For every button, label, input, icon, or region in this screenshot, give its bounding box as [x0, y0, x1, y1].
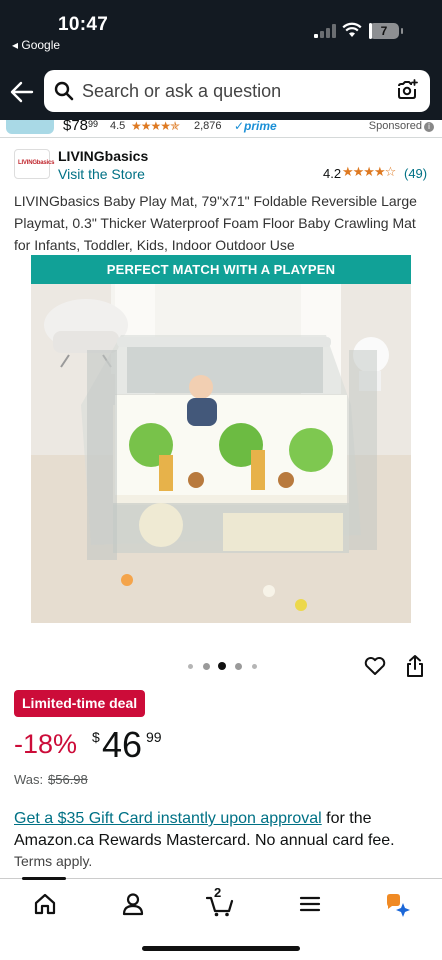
battery-percent: 7: [380, 24, 388, 38]
top-header: 10:47 ◂ Google 7 Search or ask a questio…: [0, 0, 442, 120]
visit-store-link[interactable]: Visit the Store: [58, 166, 145, 182]
cellular-signal-icon: [314, 24, 336, 38]
search-input[interactable]: Search or ask a question: [82, 81, 281, 102]
camera-lens-icon[interactable]: [396, 79, 418, 101]
back-arrow-icon[interactable]: [10, 81, 34, 103]
info-icon[interactable]: i: [424, 122, 434, 132]
account-icon[interactable]: [120, 891, 146, 917]
terms-apply: Terms apply.: [14, 853, 93, 869]
price-currency: $: [92, 729, 100, 745]
home-icon[interactable]: [32, 891, 58, 917]
wifi-icon: [342, 22, 362, 37]
sponsored-rating: 4.5: [110, 120, 126, 132]
brand-name: LIVINGbasics: [58, 148, 149, 164]
rating-stars[interactable]: ★★★★☆: [342, 164, 396, 180]
brand-logo[interactable]: LIVINGbasics: [14, 149, 54, 179]
cart-count: 2: [214, 885, 222, 900]
rufus-assistant-icon[interactable]: [384, 891, 410, 917]
carousel-dot[interactable]: [187, 663, 193, 669]
sponsored-price-fraction: 99: [88, 120, 99, 129]
carousel-dot[interactable]: [234, 662, 242, 670]
gift-card-offer-tail: for the: [321, 810, 372, 827]
limited-time-deal-badge: Limited-time deal: [14, 690, 146, 717]
active-tab-indicator: [22, 877, 66, 880]
menu-icon[interactable]: [297, 891, 323, 917]
sponsored-label: Sponsored: [368, 120, 422, 132]
divider: [0, 137, 442, 138]
gift-card-offer-detail: Amazon.ca Rewards Mastercard. No annual …: [14, 832, 395, 849]
brand-logo-text: LIVINGbasics: [18, 160, 55, 166]
image-promo-banner: PERFECT MATCH WITH A PLAYPEN: [31, 255, 411, 284]
sponsored-price: $7899: [63, 120, 98, 134]
sponsored-price-whole: $78: [63, 120, 89, 134]
review-count-link[interactable]: (49): [404, 166, 427, 181]
carousel-dot[interactable]: [202, 662, 210, 670]
discount-percent: -18%: [14, 729, 78, 759]
prime-badge: ✓prime: [234, 120, 277, 133]
sponsored-product-strip[interactable]: $7899 4.5 ★★★★✯ 2,876 ✓prime Sponsored i: [0, 120, 442, 136]
home-indicator-bar: [142, 946, 300, 951]
back-to-google-link[interactable]: ◂ Google: [12, 38, 60, 52]
share-icon[interactable]: [405, 654, 425, 678]
gift-card-offer: Get a $35 Gift Card instantly upon appro…: [14, 810, 372, 828]
battery-icon: 7: [369, 23, 399, 39]
gift-card-offer-link[interactable]: Get a $35 Gift Card instantly upon appro…: [14, 810, 322, 827]
heart-icon[interactable]: [364, 656, 386, 676]
was-price: $56.98: [48, 772, 88, 787]
price-fraction: 99: [146, 729, 162, 745]
status-time: 10:47: [58, 14, 109, 35]
carousel-dot[interactable]: [251, 663, 257, 669]
sponsored-stars: ★★★★✯: [131, 120, 180, 133]
battery-tip: [401, 28, 403, 34]
sponsored-thumbnail: [6, 120, 54, 134]
search-icon: [54, 81, 74, 101]
search-bar[interactable]: Search or ask a question: [44, 70, 430, 112]
product-photo-illustration: [31, 255, 411, 623]
price-whole: 46: [102, 724, 143, 765]
image-carousel-dots[interactable]: [186, 662, 258, 670]
cart-button[interactable]: 2: [205, 885, 234, 917]
was-label: Was:: [14, 772, 44, 787]
carousel-dot-active[interactable]: [218, 662, 226, 670]
product-image[interactable]: PERFECT MATCH WITH A PLAYPEN: [31, 255, 411, 623]
sponsored-review-count: 2,876: [194, 120, 222, 132]
product-title: LIVINGbasics Baby Play Mat, 79"x71" Fold…: [14, 193, 417, 253]
product-rating[interactable]: 4.2: [323, 166, 341, 181]
